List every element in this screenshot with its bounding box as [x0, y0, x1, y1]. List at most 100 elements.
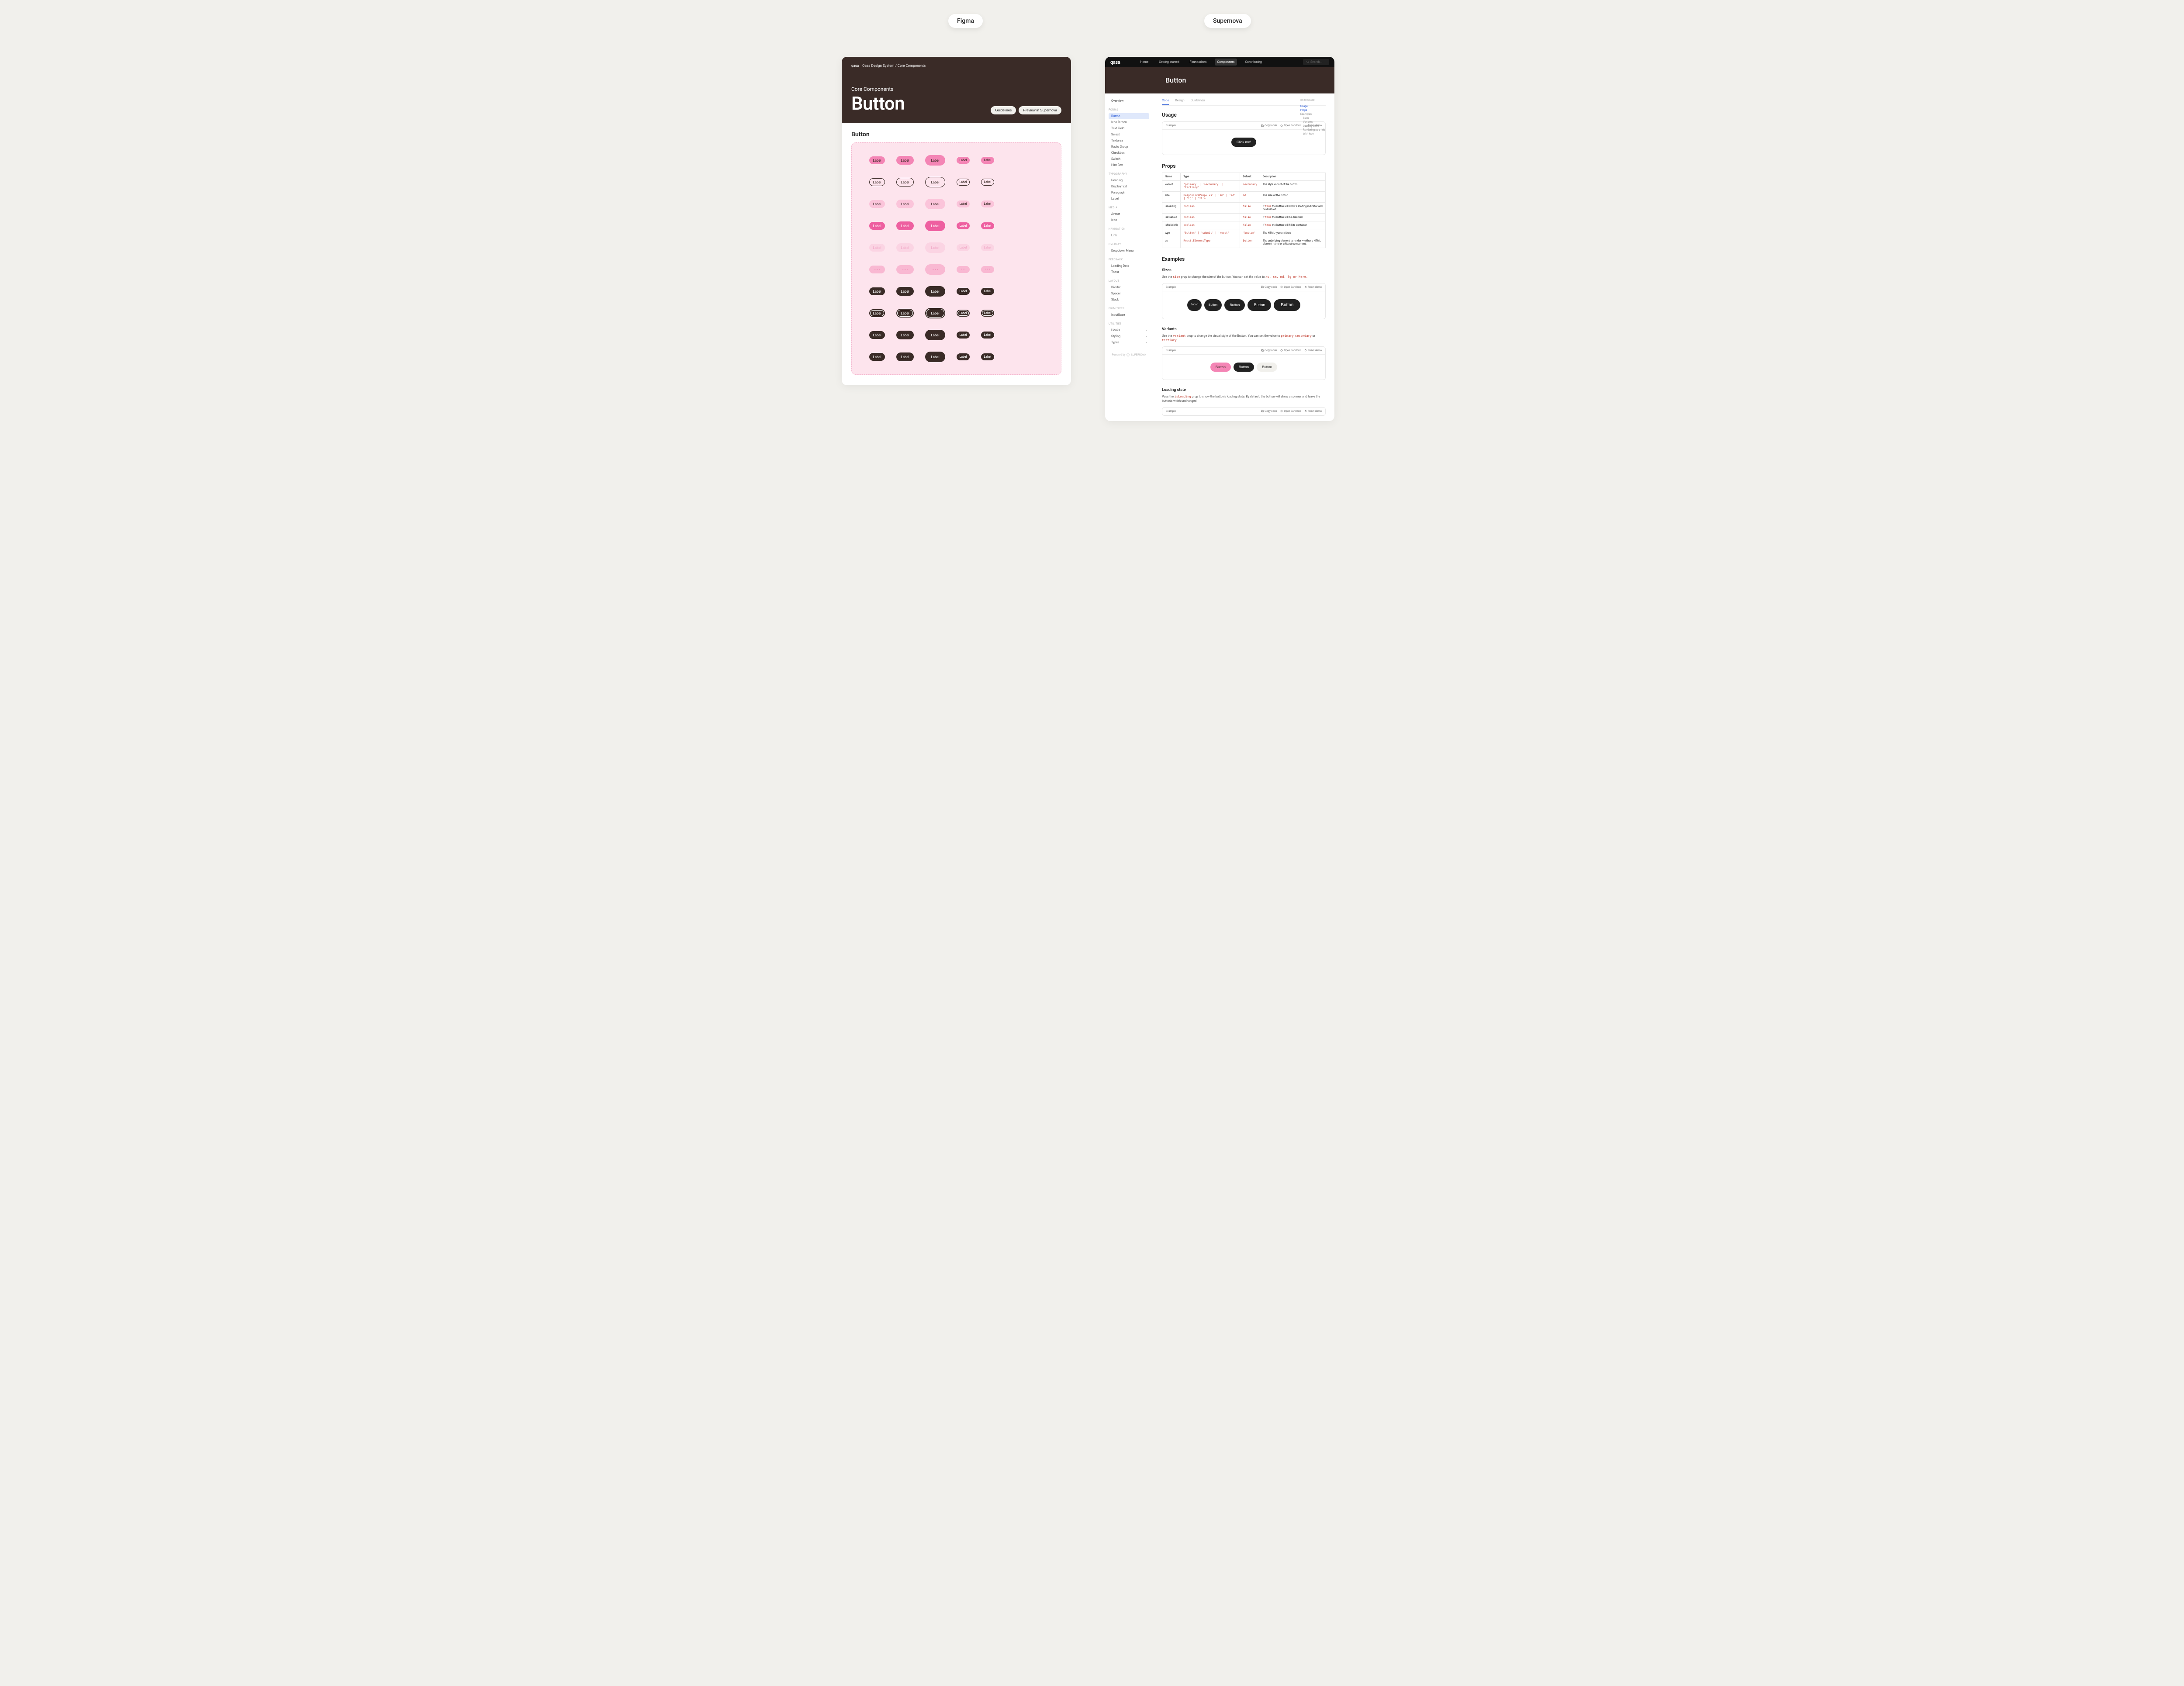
swatch-deep-xs2[interactable]: Label [981, 222, 994, 229]
swatch-soft-sm[interactable]: Label [869, 200, 885, 208]
swatch-primary-lg[interactable]: Label [925, 155, 945, 166]
swatch-dark-xs2[interactable]: Label [981, 288, 994, 295]
size-xs-button[interactable]: Button [1187, 299, 1202, 311]
swatch-dark3-xs2[interactable]: Label [981, 353, 994, 360]
reset-demo-button[interactable]: Reset demo [1304, 349, 1322, 352]
swatch-outline-xs2[interactable]: Label [981, 179, 994, 186]
nav-foundations[interactable]: Foundations [1187, 59, 1209, 66]
guidelines-button[interactable]: Guidelines [991, 106, 1016, 114]
sidebar-item-avatar[interactable]: Avatar [1109, 211, 1149, 217]
sidebar-item-toast[interactable]: Toast [1109, 269, 1149, 275]
swatch-dark3-md[interactable]: Label [896, 352, 914, 361]
swatch-deep-sm[interactable]: Label [869, 222, 885, 230]
swatch-primary-md[interactable]: Label [896, 156, 914, 165]
swatch-dark-out-xs[interactable]: Label [957, 310, 970, 317]
swatch-dark-out-xs2[interactable]: Label [981, 310, 994, 317]
swatch-soft-xs2[interactable]: Label [981, 200, 994, 207]
sidebar-item-types[interactable]: Types› [1109, 339, 1149, 345]
sidebar-item-hint-box[interactable]: Hint Box [1109, 162, 1149, 168]
sidebar-item-textarea[interactable]: Textarea [1109, 138, 1149, 144]
swatch-dark-out-lg[interactable]: Label [925, 308, 945, 318]
swatch-dark-out-sm[interactable]: Label [869, 309, 885, 317]
swatch-outline-lg[interactable]: Label [925, 177, 945, 187]
sidebar-item-select[interactable]: Select [1109, 131, 1149, 138]
copy-code-button[interactable]: Copy code [1261, 410, 1277, 413]
nav-contributing[interactable]: Contributing [1242, 59, 1264, 66]
reset-demo-button[interactable]: Reset demo [1304, 286, 1322, 289]
nav-getting-started[interactable]: Getting started [1156, 59, 1182, 66]
swatch-deep-lg[interactable]: Label [925, 221, 945, 231]
toc-with-icon[interactable]: With icon [1300, 132, 1331, 136]
open-sandbox-button[interactable]: Open Sandbox [1280, 410, 1301, 413]
swatch-dark2-xs[interactable]: Label [957, 332, 970, 339]
swatch-primary-xs[interactable]: Label [957, 157, 970, 164]
swatch-dark-md[interactable]: Label [896, 287, 914, 296]
swatch-dark3-xs[interactable]: Label [957, 353, 970, 360]
swatch-primary-sm[interactable]: Label [869, 156, 885, 164]
breadcrumb-page[interactable]: Core Components [898, 64, 926, 68]
swatch-soft-md[interactable]: Label [896, 200, 914, 208]
sidebar-item-dropdown-menu[interactable]: Dropdown Menu [1109, 248, 1149, 254]
sidebar-item-label[interactable]: Label [1109, 196, 1149, 202]
tab-design[interactable]: Design [1175, 99, 1184, 105]
swatch-dark2-md[interactable]: Label [896, 331, 914, 339]
swatch-dark2-lg[interactable]: Label [925, 330, 945, 340]
size-xl-button[interactable]: Button [1274, 299, 1300, 311]
swatch-soft-xs[interactable]: Label [957, 200, 970, 207]
swatch-dark-xs[interactable]: Label [957, 288, 970, 295]
sidebar-item-loading-dots[interactable]: Loading Dots [1109, 263, 1149, 269]
swatch-primary-xs2[interactable]: Label [981, 157, 994, 164]
sidebar-item-checkbox[interactable]: Checkbox [1109, 150, 1149, 156]
open-sandbox-button[interactable]: Open Sandbox [1280, 124, 1301, 127]
sidebar-item-switch[interactable]: Switch [1109, 156, 1149, 162]
toc-props[interactable]: Props [1300, 108, 1331, 112]
swatch-dark2-xs2[interactable]: Label [981, 332, 994, 339]
variant-tertiary-button[interactable]: Button [1257, 363, 1277, 372]
sidebar-item-paragraph[interactable]: Paragraph [1109, 190, 1149, 196]
tab-guidelines[interactable]: Guidelines [1191, 99, 1205, 105]
sidebar-item-text-field[interactable]: Text Field [1109, 125, 1149, 131]
swatch-outline-md[interactable]: Label [896, 178, 914, 187]
logo[interactable]: qasa [1110, 59, 1120, 65]
demo-click-me-button[interactable]: Click me! [1231, 138, 1256, 147]
swatch-soft-lg[interactable]: Label [925, 199, 945, 209]
reset-demo-button[interactable]: Reset demo [1304, 410, 1322, 413]
sidebar-item-heading[interactable]: Heading [1109, 177, 1149, 183]
open-sandbox-button[interactable]: Open Sandbox [1280, 349, 1301, 352]
sidebar-item-displaytext[interactable]: DisplayText [1109, 183, 1149, 190]
copy-code-button[interactable]: Copy code [1261, 124, 1277, 127]
swatch-dark3-sm[interactable]: Label [869, 353, 885, 361]
sidebar-item-spacer[interactable]: Spacer [1109, 290, 1149, 297]
size-lg-button[interactable]: Button [1248, 299, 1271, 311]
sidebar-item-icon-button[interactable]: Icon Button [1109, 119, 1149, 125]
toc-usage[interactable]: Usage [1300, 104, 1331, 108]
toc-examples[interactable]: Examples [1300, 112, 1331, 116]
swatch-dark3-lg[interactable]: Label [925, 352, 945, 362]
copy-code-button[interactable]: Copy code [1261, 286, 1277, 289]
swatch-outline-sm[interactable]: Label [869, 178, 885, 186]
size-md-button[interactable]: Button [1224, 299, 1245, 311]
variant-secondary-button[interactable]: Button [1234, 363, 1254, 372]
sidebar-item-divider[interactable]: Divider [1109, 284, 1149, 290]
sidebar-item-radio-group[interactable]: Radio Group [1109, 144, 1149, 150]
variant-primary-button[interactable]: Button [1210, 363, 1231, 372]
swatch-dark-lg[interactable]: Label [925, 286, 945, 297]
tab-code[interactable]: Code [1162, 99, 1169, 105]
sidebar-item-stack[interactable]: Stack [1109, 297, 1149, 303]
copy-code-button[interactable]: Copy code [1261, 349, 1277, 352]
swatch-dark-out-md[interactable]: Label [896, 309, 914, 318]
sidebar-item-hooks[interactable]: Hooks› [1109, 327, 1149, 333]
breadcrumb-root[interactable]: Qasa Design System [862, 64, 894, 68]
toc-sizes[interactable]: Sizes [1300, 116, 1331, 120]
preview-supernova-button[interactable]: Preview in Supernova [1019, 106, 1061, 114]
sidebar-item-icon[interactable]: Icon [1109, 217, 1149, 223]
sidebar-item-styling[interactable]: Styling› [1109, 333, 1149, 339]
size-sm-button[interactable]: Button [1204, 299, 1222, 311]
sidebar-item-button[interactable]: Button [1109, 113, 1149, 119]
toc-variants[interactable]: Variants [1300, 120, 1331, 124]
swatch-deep-xs[interactable]: Label [957, 222, 970, 229]
swatch-dark-sm[interactable]: Label [869, 287, 885, 295]
sidebar-item-inputbase[interactable]: InputBase [1109, 312, 1149, 318]
open-sandbox-button[interactable]: Open Sandbox [1280, 286, 1301, 289]
nav-home[interactable]: Home [1137, 59, 1151, 66]
